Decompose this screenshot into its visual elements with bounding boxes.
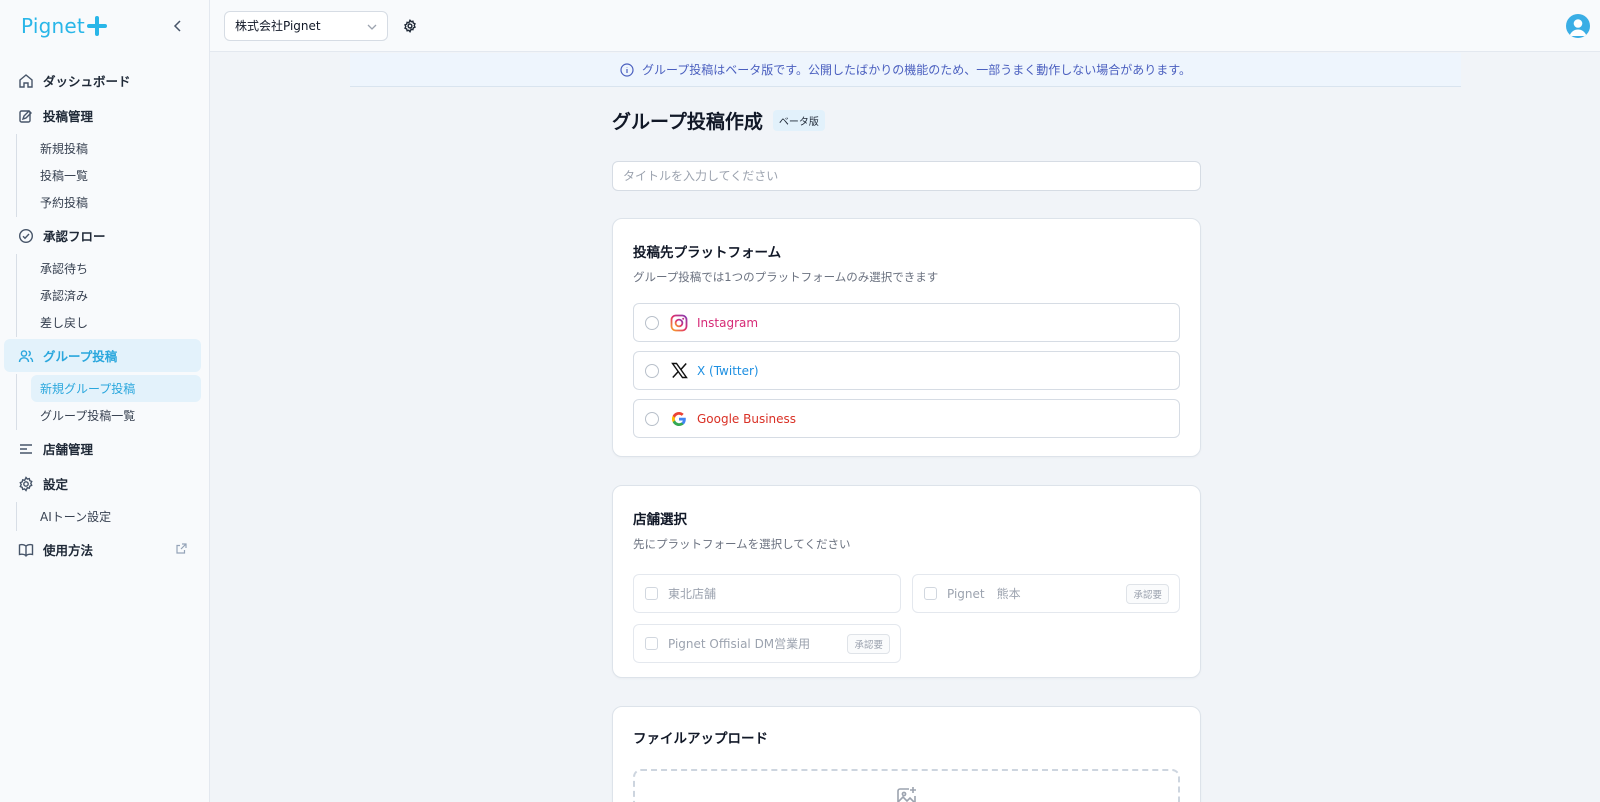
nav-new-post[interactable]: 新規投稿: [31, 135, 201, 162]
sidebar-header: Pignet: [0, 0, 209, 52]
home-icon: [17, 72, 35, 90]
nav-post-management[interactable]: 投稿管理: [4, 99, 201, 132]
collapse-sidebar-button[interactable]: [169, 17, 187, 35]
nav-label: グループ投稿: [43, 349, 118, 364]
chevron-left-icon: [173, 20, 181, 32]
platform-card: 投稿先プラットフォーム グループ投稿では1つのプラットフォームのみ選択できます …: [612, 218, 1201, 457]
notice-text: グループ投稿はベータ版です。公開したばかりの機能のため、一部うまく動作しない場合…: [641, 63, 1192, 77]
nav-new-group-post[interactable]: 新規グループ投稿: [31, 375, 201, 402]
radio-button[interactable]: [645, 315, 659, 330]
beta-notice-banner: グループ投稿はベータ版です。公開したばかりの機能のため、一部うまく動作しない場合…: [350, 53, 1461, 87]
platform-heading: 投稿先プラットフォーム: [633, 245, 782, 261]
check-circle-icon: [17, 227, 35, 245]
store-option[interactable]: Pignet 熊本 承認要: [912, 574, 1180, 613]
chevron-down-icon: [367, 19, 377, 33]
post-submenu: 新規投稿 投稿一覧 予約投稿: [16, 134, 209, 217]
store-list: 東北店舗 Pignet 熊本 承認要 Pignet Offisial DM営業用…: [633, 574, 1180, 663]
platform-label: Instagram: [697, 315, 759, 330]
edit-post-icon: [17, 107, 35, 125]
company-select-value: 株式会社Pignet: [235, 19, 321, 33]
store-heading: 店舗選択: [633, 512, 687, 528]
nav-pending-approval[interactable]: 承認待ち: [31, 255, 201, 282]
store-name: Pignet Offisial DM営業用: [668, 637, 811, 651]
gear-icon: [17, 475, 35, 493]
platform-label: Google Business: [697, 411, 797, 426]
store-description: 先にプラットフォームを選択してください: [633, 537, 851, 551]
nav-approved[interactable]: 承認済み: [31, 282, 201, 309]
users-icon: [17, 347, 35, 365]
nav-settings[interactable]: 設定: [4, 467, 201, 500]
nav-ai-tone-settings[interactable]: AIトーン設定: [31, 503, 201, 530]
radio-button[interactable]: [645, 363, 659, 378]
page-title: グループ投稿作成: [612, 111, 763, 133]
settings-submenu: AIトーン設定: [16, 502, 209, 531]
group-post-submenu: 新規グループ投稿 グループ投稿一覧: [16, 374, 209, 430]
user-icon: [1569, 19, 1587, 36]
nav-label: 設定: [43, 477, 69, 492]
nav-dashboard[interactable]: ダッシュボード: [4, 64, 201, 97]
nav-label: 使用方法: [43, 543, 94, 558]
user-avatar[interactable]: [1566, 14, 1590, 38]
store-option[interactable]: 東北店舗: [633, 574, 901, 613]
radio-button[interactable]: [645, 411, 659, 426]
file-dropzone[interactable]: [633, 769, 1180, 802]
platform-option-instagram[interactable]: Instagram: [633, 303, 1180, 342]
nav-post-list[interactable]: 投稿一覧: [31, 162, 201, 189]
nav-how-to-use[interactable]: 使用方法: [4, 533, 201, 566]
store-checkbox[interactable]: [924, 587, 937, 600]
instagram-icon: [669, 313, 689, 333]
google-icon: [669, 409, 689, 429]
page-header: グループ投稿作成 ベータ版: [612, 107, 825, 134]
store-name: Pignet 熊本: [947, 587, 1021, 601]
file-upload-heading: ファイルアップロード: [633, 731, 768, 747]
beta-badge: ベータ版: [772, 110, 825, 131]
platform-options: Instagram X (Twitter) Google Business: [633, 303, 1180, 438]
nav-approval-flow[interactable]: 承認フロー: [4, 219, 201, 252]
nav-returned[interactable]: 差し戻し: [31, 309, 201, 336]
gear-icon: [404, 18, 416, 33]
sidebar-nav: ダッシュボード 投稿管理 新規投稿 投稿一覧 予約投稿 承認フロー 承認待ち 承…: [0, 52, 209, 566]
nav-group-posts[interactable]: グループ投稿: [4, 339, 201, 372]
store-option[interactable]: Pignet Offisial DM営業用 承認要: [633, 624, 901, 663]
top-bar: 株式会社Pignet: [210, 0, 1600, 52]
app-logo[interactable]: Pignet: [21, 14, 107, 38]
nav-label: ダッシュボード: [43, 74, 131, 89]
plus-logo-icon: [86, 16, 107, 36]
file-upload-card: ファイルアップロード: [612, 706, 1201, 802]
x-logo-icon: [669, 361, 689, 381]
store-name: 東北店舗: [668, 587, 717, 601]
nav-scheduled-posts[interactable]: 予約投稿: [31, 189, 201, 216]
platform-option-google-business[interactable]: Google Business: [633, 399, 1180, 438]
post-title-input[interactable]: [612, 161, 1201, 191]
info-icon: [620, 62, 634, 77]
book-icon: [17, 541, 35, 559]
nav-label: 投稿管理: [43, 109, 94, 124]
list-icon: [17, 440, 35, 458]
nav-label: 店舗管理: [43, 442, 94, 457]
nav-group-post-list[interactable]: グループ投稿一覧: [31, 402, 201, 429]
platform-option-x[interactable]: X (Twitter): [633, 351, 1180, 390]
approval-required-badge: 承認要: [1126, 583, 1169, 604]
platform-label: X (Twitter): [697, 363, 759, 378]
nav-store-management[interactable]: 店舗管理: [4, 432, 201, 465]
platform-description: グループ投稿では1つのプラットフォームのみ選択できます: [633, 270, 939, 284]
store-checkbox[interactable]: [645, 587, 658, 600]
company-settings-button[interactable]: [400, 16, 420, 36]
company-select[interactable]: 株式会社Pignet: [224, 10, 388, 41]
approval-required-badge: 承認要: [847, 633, 890, 654]
add-image-icon: [896, 787, 916, 802]
logo-text: Pignet: [21, 14, 85, 38]
nav-label: 承認フロー: [43, 229, 106, 244]
store-checkbox[interactable]: [645, 637, 658, 650]
store-selection-card: 店舗選択 先にプラットフォームを選択してください 東北店舗 Pignet 熊本 …: [612, 485, 1201, 678]
external-link-icon: [176, 542, 187, 557]
sidebar: Pignet ダッシュボード 投稿管理 新規投稿 投稿一覧 予約投稿 承認フロー…: [0, 0, 210, 802]
approval-submenu: 承認待ち 承認済み 差し戻し: [16, 254, 209, 337]
